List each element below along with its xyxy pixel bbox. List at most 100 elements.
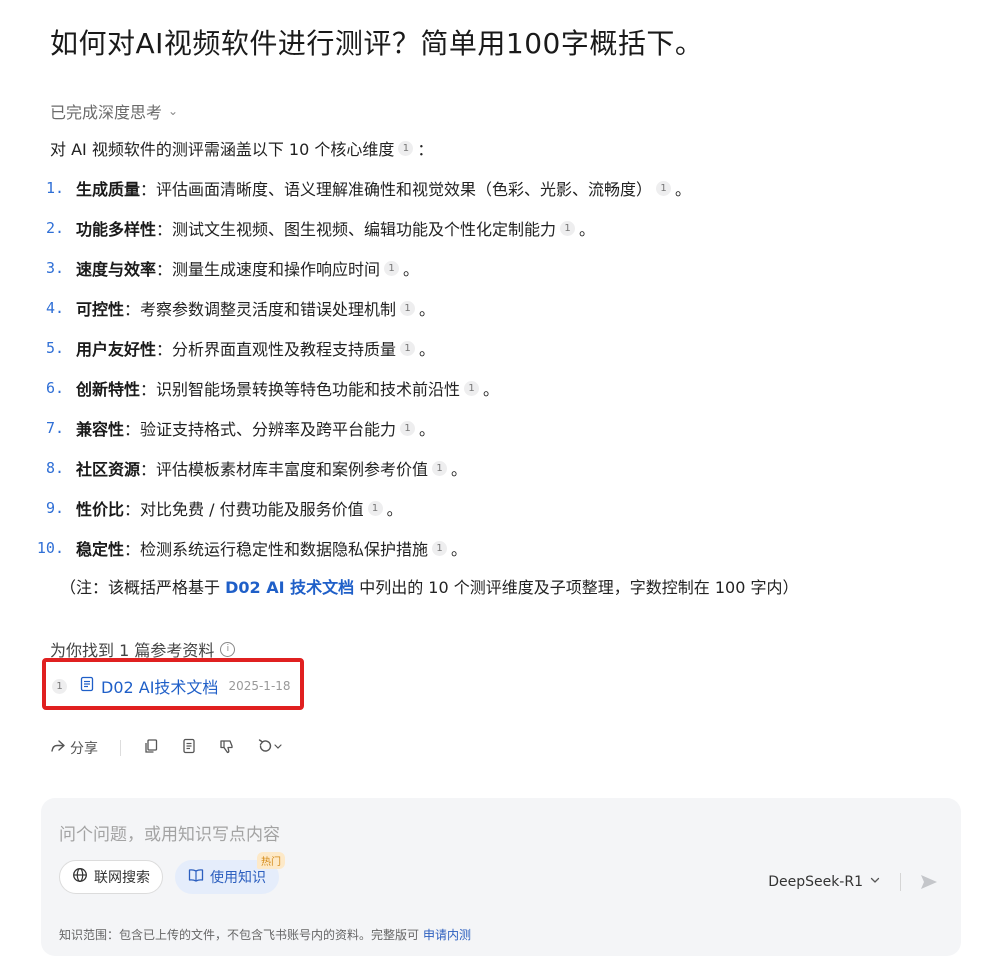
item-desc: ：分析界面直观性及教程支持质量 xyxy=(156,340,397,359)
reference-title[interactable]: D02 AI技术文档 xyxy=(101,674,218,698)
item-end: 。 xyxy=(419,420,436,439)
regenerate-icon[interactable] xyxy=(257,738,285,758)
list-item: 8. 社区资源 ：评估模板素材库丰富度和案例参考价值 1。 xyxy=(30,448,960,488)
item-end: 。 xyxy=(483,380,500,399)
copy-icon[interactable] xyxy=(143,738,159,758)
item-desc: ：对比免费 / 付费功能及服务价值 xyxy=(124,500,364,519)
citation-badge[interactable]: 1 xyxy=(367,500,383,516)
item-number: 5. xyxy=(45,339,64,357)
list-item: 2. 功能多样性 ：测试文生视频、图生视频、编辑功能及个性化定制能力 1。 xyxy=(30,208,960,248)
list-item: 4. 可控性 ：考察参数调整灵活度和错误处理机制 1。 xyxy=(30,288,960,328)
thumbs-down-icon[interactable] xyxy=(219,738,235,758)
note-suffix: 中列出的 10 个测评维度及子项整理，字数控制在 100 字内） xyxy=(354,578,799,597)
item-name: 兼容性 xyxy=(76,420,125,439)
item-end: 。 xyxy=(451,540,468,559)
item-name: 社区资源 xyxy=(76,460,141,479)
answer-actions: 分享 xyxy=(50,738,285,758)
item-desc: ：评估模板素材库丰富度和案例参考价值 xyxy=(140,460,429,479)
item-end: 。 xyxy=(579,220,596,239)
item-desc: ：测量生成速度和操作响应时间 xyxy=(156,260,381,279)
note-doc-link[interactable]: D02 AI 技术文档 xyxy=(225,578,354,597)
item-number: 1. xyxy=(45,179,64,197)
item-end: 。 xyxy=(451,460,468,479)
item-desc: ：评估画面清晰度、语义理解准确性和视觉效果（色彩、光影、流畅度） xyxy=(140,180,653,199)
intro-suffix: ： xyxy=(417,140,434,159)
item-name: 性价比 xyxy=(76,500,125,519)
book-icon xyxy=(188,867,204,887)
citation-badge[interactable]: 1 xyxy=(400,420,416,436)
citation-badge[interactable]: 1 xyxy=(400,340,416,356)
item-name: 可控性 xyxy=(76,300,125,319)
item-desc: ：考察参数调整灵活度和错误处理机制 xyxy=(124,300,397,319)
apply-beta-link[interactable]: 申请内测 xyxy=(423,928,471,942)
info-icon[interactable]: i xyxy=(220,641,236,657)
reference-index: 1 xyxy=(52,678,67,694)
item-end: 。 xyxy=(419,340,436,359)
item-end: 。 xyxy=(403,260,420,279)
list-item: 10. 稳定性 ：检测系统运行稳定性和数据隐私保护措施 1。 xyxy=(30,528,960,568)
use-knowledge-label: 使用知识 xyxy=(210,870,266,886)
item-number: 9. xyxy=(45,499,64,517)
item-number: 3. xyxy=(45,259,64,277)
model-selector[interactable]: DeepSeek-R1 xyxy=(768,874,881,890)
item-desc: ：识别智能场景转换等特色功能和技术前沿性 xyxy=(140,380,461,399)
chevron-down-icon: ⌄ xyxy=(168,104,179,118)
citation-badge[interactable]: 1 xyxy=(560,220,576,236)
list-item: 9. 性价比 ：对比免费 / 付费功能及服务价值 1。 xyxy=(30,488,960,528)
item-desc: ：验证支持格式、分辨率及跨平台能力 xyxy=(124,420,397,439)
item-number: 8. xyxy=(45,459,64,477)
list-item: 6. 创新特性 ：识别智能场景转换等特色功能和技术前沿性 1。 xyxy=(30,368,960,408)
note-prefix: （注：该概括严格基于 xyxy=(60,578,226,597)
footer-text: 知识范围：包含已上传的文件，不包含飞书账号内的资料。完整版可 xyxy=(59,928,420,942)
web-search-button[interactable]: 联网搜索 xyxy=(59,860,163,894)
item-name: 用户友好性 xyxy=(76,340,157,359)
item-number: 10. xyxy=(36,539,64,557)
thinking-toggle[interactable]: 已完成深度思考 ⌄ xyxy=(50,99,178,123)
list-item: 5. 用户友好性 ：分析界面直观性及教程支持质量 1。 xyxy=(30,328,960,368)
item-name: 功能多样性 xyxy=(76,220,157,239)
list-item: 3. 速度与效率 ：测量生成速度和操作响应时间 1。 xyxy=(30,248,960,288)
globe-icon xyxy=(72,867,88,887)
chevron-down-icon xyxy=(869,874,881,890)
composer: 问个问题，或用知识写点内容 联网搜索 使用知识 热门 DeepSeek-R1 知… xyxy=(41,798,961,956)
citation-badge[interactable]: 1 xyxy=(464,380,480,396)
document-icon xyxy=(79,676,95,696)
share-icon xyxy=(50,738,66,758)
share-label: 分享 xyxy=(70,741,98,757)
citation-badge[interactable]: 1 xyxy=(432,540,448,556)
item-end: 。 xyxy=(419,300,436,319)
intro-text: 对 AI 视频软件的测评需涵盖以下 10 个核心维度 xyxy=(50,140,395,159)
item-name: 创新特性 xyxy=(76,380,141,399)
share-button[interactable]: 分享 xyxy=(50,738,98,758)
knowledge-scope-note: 知识范围：包含已上传的文件，不包含飞书账号内的资料。完整版可 申请内测 xyxy=(59,926,471,943)
web-search-label: 联网搜索 xyxy=(94,870,150,886)
reference-item[interactable]: 1 D02 AI技术文档 2025-1-18 xyxy=(52,674,291,698)
citation-badge[interactable]: 1 xyxy=(398,140,414,156)
item-name: 速度与效率 xyxy=(76,260,157,279)
question-title: 如何对AI视频软件进行测评？简单用100字概括下。 xyxy=(50,27,704,60)
item-number: 6. xyxy=(45,379,64,397)
divider xyxy=(120,740,121,756)
dimension-list: 1. 生成质量 ：评估画面清晰度、语义理解准确性和视觉效果（色彩、光影、流畅度） 1。… xyxy=(30,168,960,568)
item-end: 。 xyxy=(675,180,692,199)
item-number: 2. xyxy=(45,219,64,237)
item-desc: ：检测系统运行稳定性和数据隐私保护措施 xyxy=(124,540,429,559)
reference-date: 2025-1-18 xyxy=(228,679,291,693)
list-item: 7. 兼容性 ：验证支持格式、分辨率及跨平台能力 1。 xyxy=(30,408,960,448)
divider xyxy=(900,873,901,891)
thinking-label: 已完成深度思考 xyxy=(50,103,163,122)
document-export-icon[interactable] xyxy=(181,738,197,758)
item-name: 生成质量 xyxy=(76,180,141,199)
citation-badge[interactable]: 1 xyxy=(400,300,416,316)
hot-badge: 热门 xyxy=(257,852,285,869)
citation-badge[interactable]: 1 xyxy=(432,460,448,476)
model-name: DeepSeek-R1 xyxy=(768,874,863,890)
citation-badge[interactable]: 1 xyxy=(384,260,400,276)
item-desc: ：测试文生视频、图生视频、编辑功能及个性化定制能力 xyxy=(156,220,557,239)
answer-intro: 对 AI 视频软件的测评需涵盖以下 10 个核心维度 1 ： xyxy=(50,136,433,160)
send-icon[interactable] xyxy=(919,872,939,896)
item-end: 。 xyxy=(386,500,403,519)
item-name: 稳定性 xyxy=(76,540,125,559)
citation-badge[interactable]: 1 xyxy=(656,180,672,196)
message-input[interactable]: 问个问题，或用知识写点内容 xyxy=(59,820,280,845)
